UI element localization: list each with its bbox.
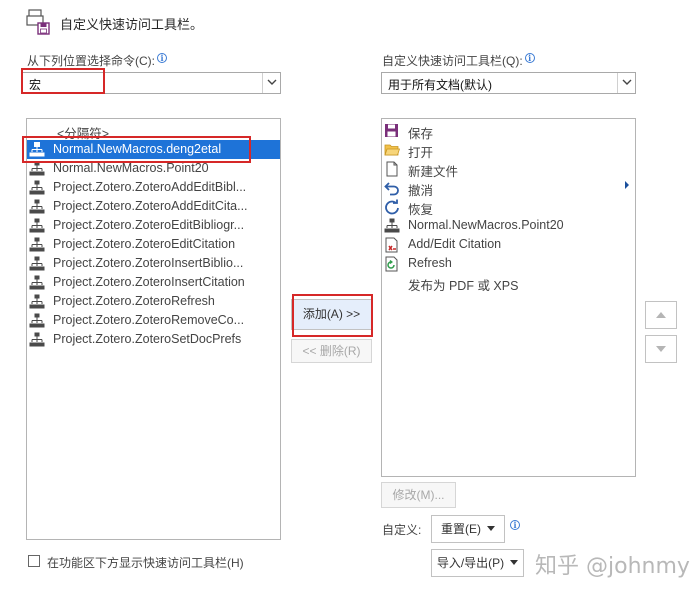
list-item[interactable]: Project.Zotero.ZoteroRefresh <box>27 292 280 311</box>
macro-icon <box>29 332 45 348</box>
move-up-button[interactable] <box>645 301 677 329</box>
list-item[interactable]: Project.Zotero.ZoteroEditBibliogr... <box>27 216 280 235</box>
submenu-arrow-icon[interactable] <box>624 179 630 193</box>
list-item[interactable]: Project.Zotero.ZoteroInsertBiblio... <box>27 254 280 273</box>
dropdown-arrow-icon <box>487 526 495 531</box>
list-item[interactable]: Project.Zotero.ZoteroAddEditBibl... <box>27 178 280 197</box>
list-item[interactable]: 打开 <box>382 140 635 160</box>
macro-icon <box>29 199 45 215</box>
custom-label: 自定义: <box>382 523 422 537</box>
folder-open-icon <box>384 142 401 158</box>
macro-icon <box>384 218 400 234</box>
chevron-down-icon <box>656 346 666 352</box>
target-dropdown[interactable]: 用于所有文档(默认) <box>381 72 636 94</box>
macro-icon <box>29 237 45 253</box>
refresh-icon <box>384 256 400 272</box>
watermark: 知乎 @johnmy <box>535 554 690 579</box>
dropdown-arrow-icon <box>510 560 519 565</box>
list-item[interactable]: Add/Edit Citation <box>382 235 635 254</box>
info-icon[interactable]: i <box>510 520 520 530</box>
list-item[interactable]: 恢复 <box>382 197 635 217</box>
reset-button-label: 重置(E) <box>441 522 481 536</box>
citation-icon <box>384 237 400 253</box>
source-dropdown-value: 宏 <box>29 78 42 92</box>
dialog-section-title: 自定义快速访问工具栏。 <box>60 17 204 32</box>
list-item[interactable]: Normal.NewMacros.Point20 <box>382 216 635 235</box>
list-item[interactable]: Project.Zotero.ZoteroEditCitation <box>27 235 280 254</box>
undo-icon <box>384 180 400 196</box>
list-item[interactable]: 新建文件 <box>382 159 635 179</box>
remove-button[interactable]: << 删除(R) <box>291 339 372 363</box>
modify-button[interactable]: 修改(M)... <box>381 482 456 508</box>
macro-icon <box>29 142 45 158</box>
list-item[interactable]: 发布为 PDF 或 XPS <box>382 273 635 293</box>
chevron-up-icon <box>656 312 666 318</box>
list-item[interactable]: Project.Zotero.ZoteroRemoveCo... <box>27 311 280 330</box>
add-button[interactable]: 添加(A) >> <box>291 299 372 330</box>
target-label: 自定义快速访问工具栏(Q): i <box>382 52 535 69</box>
move-down-button[interactable] <box>645 335 677 363</box>
info-icon[interactable]: i <box>157 53 167 63</box>
source-command-list[interactable]: <分隔符> Normal.NewMacros.deng2etal Normal.… <box>26 118 281 540</box>
list-item[interactable]: 撤消 <box>382 178 635 198</box>
list-item[interactable]: 保存 <box>382 121 635 141</box>
macro-icon <box>29 161 45 177</box>
list-item[interactable]: Project.Zotero.ZoteroInsertCitation <box>27 273 280 292</box>
list-item[interactable]: Project.Zotero.ZoteroSetDocPrefs <box>27 330 280 349</box>
import-export-button[interactable]: 导入/导出(P) <box>431 549 524 577</box>
list-item[interactable]: Normal.NewMacros.Point20 <box>27 159 280 178</box>
show-below-ribbon-label: 在功能区下方显示快速访问工具栏(H) <box>47 556 244 570</box>
target-dropdown-value: 用于所有文档(默认) <box>388 78 492 92</box>
toolbar-command-list[interactable]: 保存 打开 新建文件 撤消 恢复 Normal.NewMacros.Point2… <box>381 118 636 477</box>
list-item[interactable]: Refresh <box>382 254 635 273</box>
chevron-down-icon[interactable] <box>617 73 635 93</box>
show-below-ribbon-checkbox[interactable] <box>28 555 40 567</box>
macro-icon <box>29 275 45 291</box>
chevron-down-icon[interactable] <box>262 73 280 93</box>
info-icon[interactable]: i <box>524 53 535 63</box>
list-item-selected[interactable]: Normal.NewMacros.deng2etal <box>27 140 280 159</box>
macro-icon <box>29 256 45 272</box>
macro-icon <box>29 294 45 310</box>
reset-button[interactable]: 重置(E) <box>431 515 505 543</box>
macro-icon <box>29 180 45 196</box>
macro-icon <box>29 313 45 329</box>
quick-access-toolbar-icon <box>26 8 52 36</box>
save-icon <box>384 123 400 139</box>
source-label: 从下列位置选择命令(C): i <box>27 52 167 69</box>
source-dropdown[interactable]: 宏 <box>22 72 281 94</box>
import-export-label: 导入/导出(P) <box>436 556 505 570</box>
macro-icon <box>29 218 45 234</box>
list-item[interactable]: <分隔符> <box>27 121 280 141</box>
list-item[interactable]: Project.Zotero.ZoteroAddEditCita... <box>27 197 280 216</box>
redo-icon <box>384 199 400 215</box>
new-file-icon <box>384 161 400 177</box>
